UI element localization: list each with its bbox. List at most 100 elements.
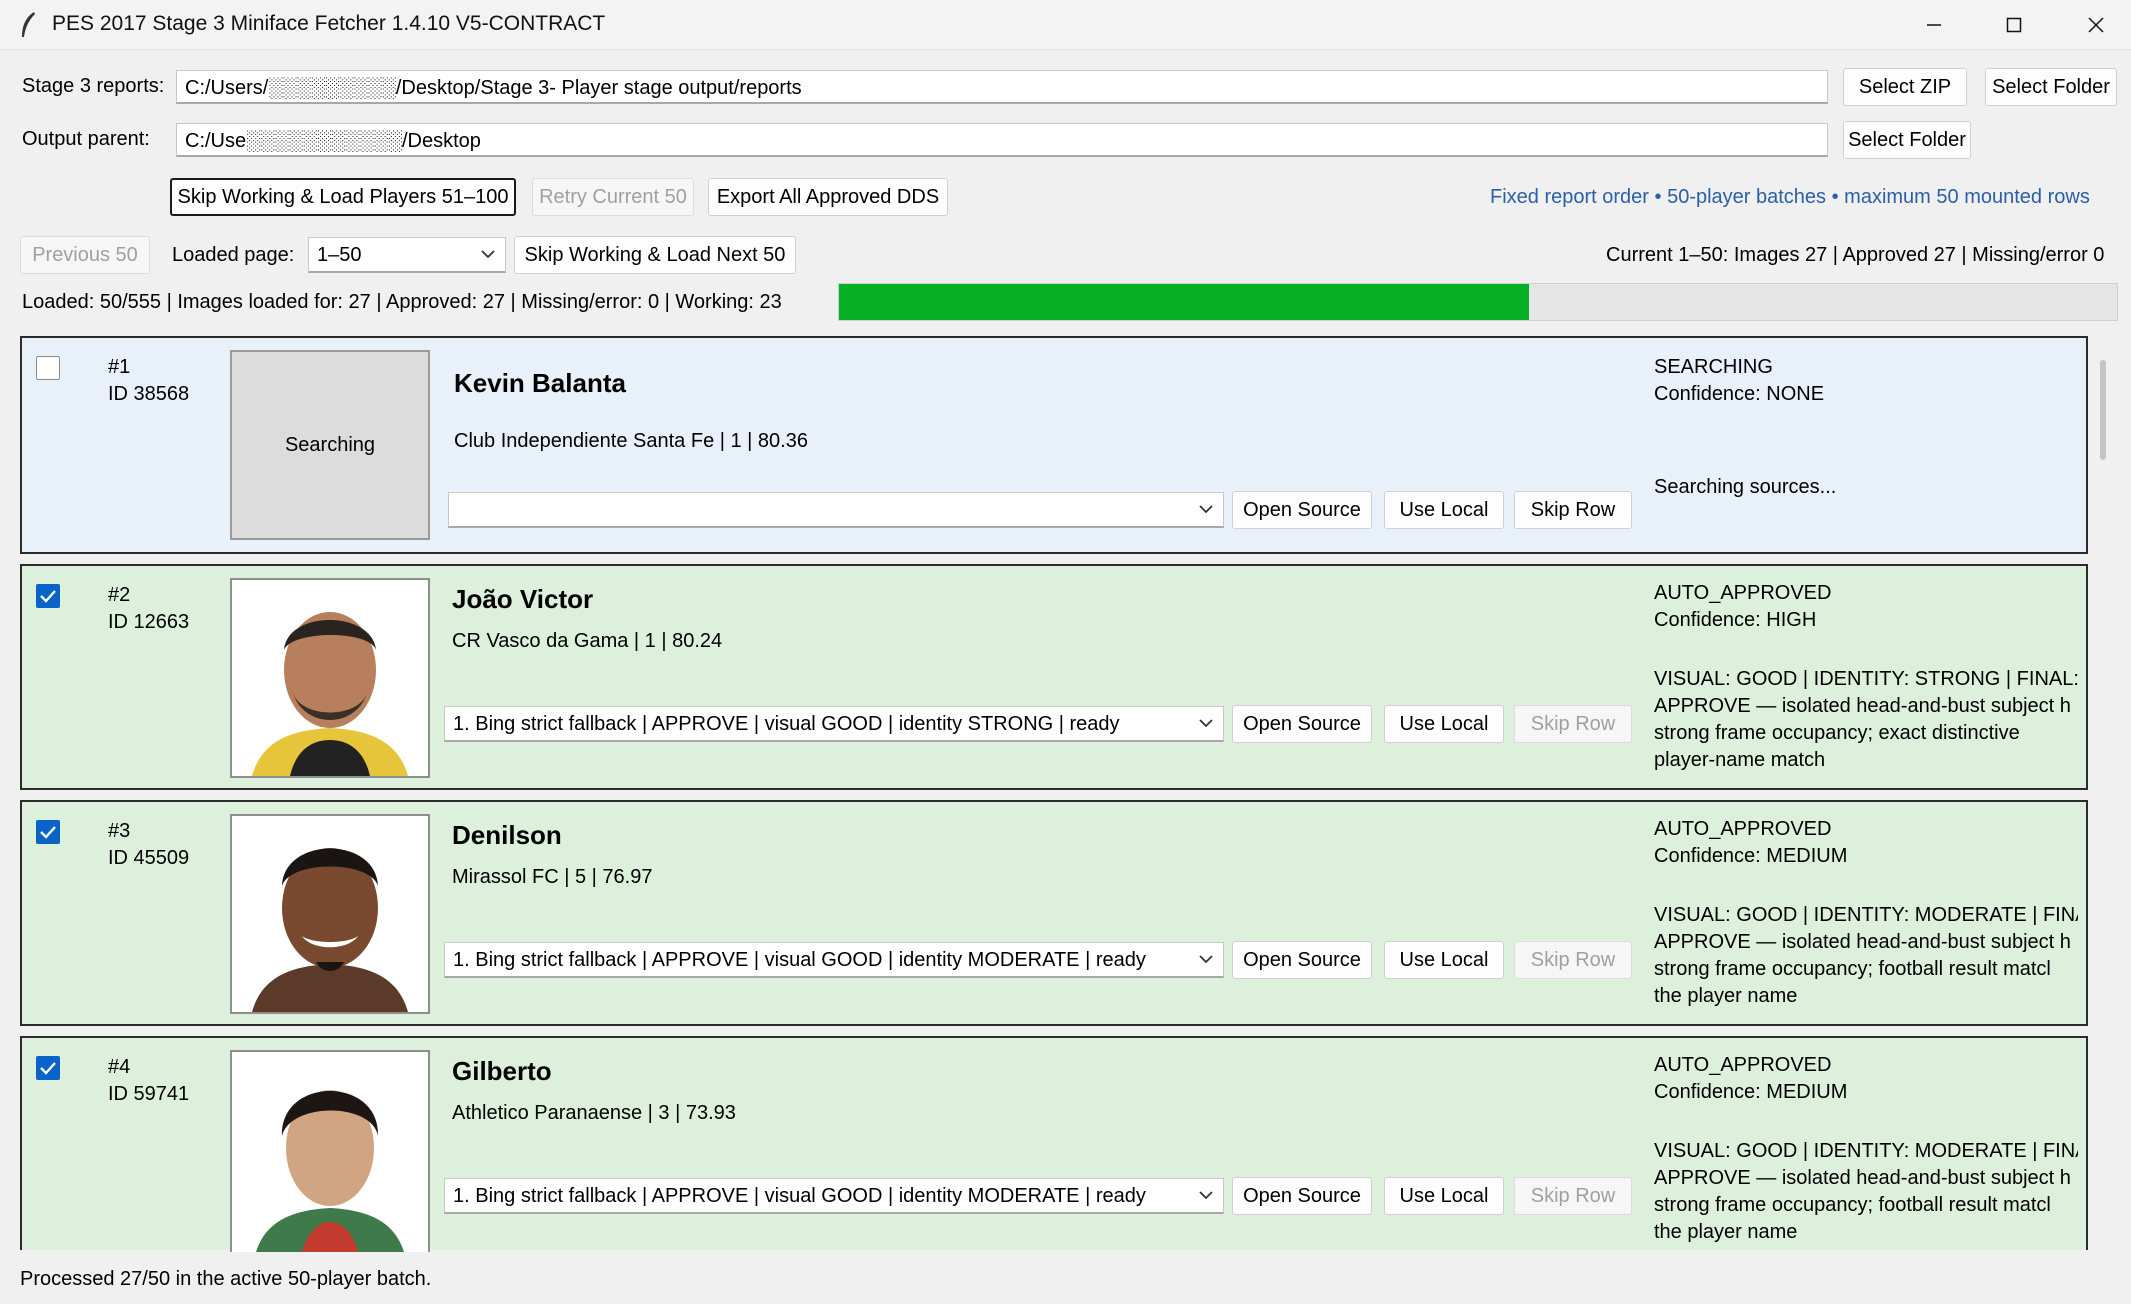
select-folder-reports-button[interactable]: Select Folder <box>1985 68 2117 106</box>
row-detail: VISUAL: GOOD | IDENTITY: STRONG | FINAL:… <box>1654 666 2078 774</box>
use-local-button[interactable]: Use Local <box>1384 491 1504 529</box>
player-row: #3 ID 45509 Denilson Mirassol FC | 5 | 7… <box>20 800 2088 1026</box>
select-zip-button[interactable]: Select ZIP <box>1843 68 1967 106</box>
progress-bar <box>838 283 2118 321</box>
detail-line: the player name <box>1654 985 1798 1007</box>
open-source-button[interactable]: Open Source <box>1232 1177 1372 1215</box>
open-source-button[interactable]: Open Source <box>1232 491 1372 529</box>
minimize-icon <box>1927 24 1941 26</box>
select-folder-output-button[interactable]: Select Folder <box>1843 121 1971 159</box>
detail-line: strong frame occupancy; exact distinctiv… <box>1654 722 2020 744</box>
progress-text: Loaded: 50/555 | Images loaded for: 27 |… <box>22 291 782 313</box>
player-photo <box>230 814 430 1014</box>
player-name: Denilson <box>452 820 562 850</box>
row-checkbox[interactable] <box>36 356 60 380</box>
rows-scrollbar[interactable] <box>2100 360 2106 460</box>
retry-current-button[interactable]: Retry Current 50 <box>532 178 694 216</box>
output-label: Output parent: <box>22 128 150 150</box>
row-id: ID 59741 <box>108 1083 190 1105</box>
detail-line: VISUAL: GOOD | IDENTITY: MODERATE | FINA <box>1654 904 2078 926</box>
detail-line: APPROVE — isolated head-and-bust subject… <box>1654 1167 2071 1189</box>
skip-row-button[interactable]: Skip Row <box>1514 1177 1632 1215</box>
skip-row-button[interactable]: Skip Row <box>1514 705 1632 743</box>
loaded-page-select[interactable]: 1–50 <box>308 237 506 273</box>
skip-row-button[interactable]: Skip Row <box>1514 941 1632 979</box>
chevron-down-icon <box>481 250 495 259</box>
row-number: #1 <box>108 356 131 378</box>
close-button[interactable] <box>2054 0 2131 50</box>
row-checkbox[interactable] <box>36 584 60 608</box>
confidence-label: Confidence: MEDIUM <box>1654 1081 1848 1103</box>
candidate-select[interactable]: 1. Bing strict fallback | APPROVE | visu… <box>444 706 1224 742</box>
row-detail: VISUAL: GOOD | IDENTITY: MODERATE | FINA… <box>1654 1138 2078 1246</box>
chevron-down-icon <box>1199 505 1213 514</box>
use-local-button[interactable]: Use Local <box>1384 705 1504 743</box>
candidate-select[interactable] <box>448 492 1224 528</box>
status-label: AUTO_APPROVED <box>1654 1054 1832 1076</box>
candidate-select[interactable]: 1. Bing strict fallback | APPROVE | visu… <box>444 942 1224 978</box>
detail-line: strong frame occupancy; football result … <box>1654 958 2051 980</box>
player-row: #1 ID 38568 Searching Kevin Balanta Club… <box>20 336 2088 554</box>
title-bar: PES 2017 Stage 3 Miniface Fetcher 1.4.10… <box>0 0 2131 50</box>
maximize-icon <box>2006 17 2022 33</box>
row-checkbox[interactable] <box>36 820 60 844</box>
player-row: #2 ID 12663 João Victor CR Vasco da Gama… <box>20 564 2088 790</box>
status-bar: Processed 27/50 in the active 50-player … <box>20 1268 432 1290</box>
confidence-label: Confidence: MEDIUM <box>1654 845 1848 867</box>
skip-load-next-button[interactable]: Skip Working & Load Next 50 <box>514 236 796 274</box>
checkmark-icon <box>40 1062 56 1075</box>
thumbnail-placeholder: Searching <box>230 350 430 540</box>
reports-label: Stage 3 reports: <box>22 75 165 97</box>
row-checkbox[interactable] <box>36 1056 60 1080</box>
row-status: AUTO_APPROVED Confidence: MEDIUM <box>1654 816 1847 870</box>
row-status: AUTO_APPROVED Confidence: HIGH <box>1654 580 1831 634</box>
status-label: AUTO_APPROVED <box>1654 818 1832 840</box>
confidence-label: Confidence: HIGH <box>1654 609 1817 631</box>
skip-row-button[interactable]: Skip Row <box>1514 491 1632 529</box>
export-all-button[interactable]: Export All Approved DDS <box>708 178 948 216</box>
detail-line: strong frame occupancy; football result … <box>1654 1194 2051 1216</box>
chevron-down-icon <box>1199 1191 1213 1200</box>
row-detail: VISUAL: GOOD | IDENTITY: MODERATE | FINA… <box>1654 902 2078 1010</box>
row-id: ID 12663 <box>108 611 190 633</box>
player-photo <box>230 1050 430 1252</box>
output-path-input[interactable]: C:/Use░░░░░░░░░░░/Desktop <box>176 123 1828 157</box>
open-source-button[interactable]: Open Source <box>1232 941 1372 979</box>
status-label: AUTO_APPROVED <box>1654 582 1832 604</box>
chevron-down-icon <box>1199 955 1213 964</box>
thumbnail-status: Searching <box>284 433 376 456</box>
player-name: Kevin Balanta <box>454 368 626 398</box>
checkmark-icon <box>40 590 56 603</box>
player-info: Mirassol FC | 5 | 76.97 <box>452 866 653 888</box>
player-name: João Victor <box>452 584 594 614</box>
player-info: Athletico Paranaense | 3 | 73.93 <box>452 1102 736 1124</box>
use-local-button[interactable]: Use Local <box>1384 1177 1504 1215</box>
row-id: ID 38568 <box>108 383 190 405</box>
use-local-button[interactable]: Use Local <box>1384 941 1504 979</box>
reports-path-input[interactable]: C:/Users/░░░░░░░░░/Desktop/Stage 3- Play… <box>176 70 1828 104</box>
player-portrait-icon <box>232 1052 428 1252</box>
candidate-select[interactable]: 1. Bing strict fallback | APPROVE | visu… <box>444 1178 1224 1214</box>
row-number: #4 <box>108 1056 131 1078</box>
detail-line: the player name <box>1654 1221 1798 1243</box>
status-label: SEARCHING <box>1654 356 1773 378</box>
detail-line: VISUAL: GOOD | IDENTITY: STRONG | FINAL: <box>1654 668 2078 690</box>
player-portrait-icon <box>232 580 428 776</box>
confidence-label: Confidence: NONE <box>1654 383 1825 405</box>
player-info: CR Vasco da Gama | 1 | 80.24 <box>452 630 723 652</box>
open-source-button[interactable]: Open Source <box>1232 705 1372 743</box>
player-info: Club Independiente Santa Fe | 1 | 80.36 <box>454 430 808 452</box>
row-number: #3 <box>108 820 131 842</box>
row-status: SEARCHING Confidence: NONE <box>1654 354 1824 408</box>
checkmark-icon <box>40 826 56 839</box>
player-photo <box>230 578 430 778</box>
minimize-button[interactable] <box>1892 0 1976 50</box>
row-id: ID 45509 <box>108 847 190 869</box>
chevron-down-icon <box>1199 719 1213 728</box>
maximize-button[interactable] <box>1972 0 2056 50</box>
player-row: #4 ID 59741 Gilberto Athletico Paranaens… <box>20 1036 2088 1252</box>
previous-50-button[interactable]: Previous 50 <box>20 236 150 274</box>
skip-load-51-button[interactable]: Skip Working & Load Players 51–100 <box>170 178 516 216</box>
progress-fill <box>839 284 1530 320</box>
candidate-value: 1. Bing strict fallback | APPROVE | visu… <box>453 949 1146 971</box>
